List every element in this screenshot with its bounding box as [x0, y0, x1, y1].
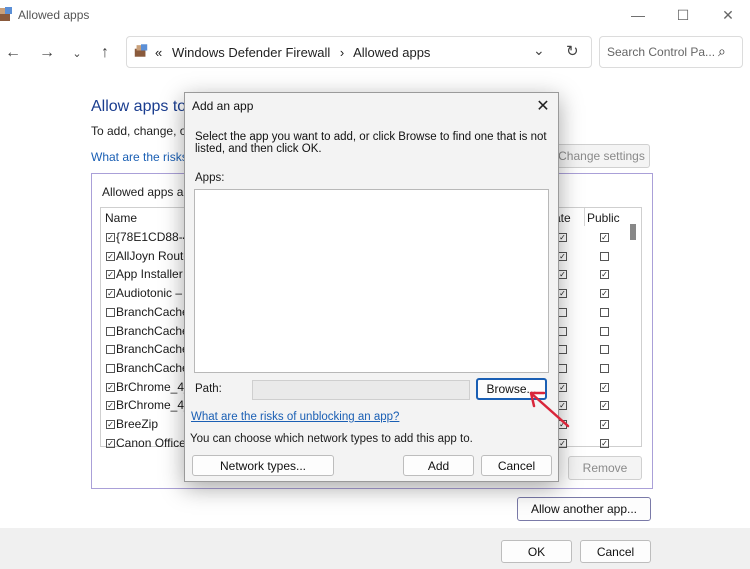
row-enable-checkbox[interactable]: ✓ [106, 401, 115, 410]
refresh-icon[interactable]: ↻ [566, 42, 579, 60]
row-enable-checkbox[interactable]: ✓ [106, 289, 115, 298]
window-title: Allowed apps [18, 8, 90, 22]
row-enable-checkbox[interactable] [106, 345, 115, 354]
row-public-checkbox[interactable]: ✓ [600, 420, 609, 429]
row-enable-checkbox[interactable]: ✓ [106, 252, 115, 261]
column-name[interactable]: Name [105, 211, 137, 225]
recent-locations-icon[interactable]: ⌄ [66, 42, 88, 64]
dialog-title: Add an app [192, 99, 254, 113]
row-private-checkbox[interactable] [558, 308, 567, 317]
dialog-close-icon[interactable]: ✕ [533, 96, 553, 116]
path-field[interactable] [252, 380, 470, 400]
control-panel-icon [134, 44, 148, 57]
maximize-button[interactable]: ☐ [663, 4, 703, 26]
row-public-checkbox[interactable]: ✓ [600, 439, 609, 448]
row-enable-checkbox[interactable]: ✓ [106, 383, 115, 392]
allow-another-app-button[interactable]: Allow another app... [517, 497, 651, 521]
row-public-checkbox[interactable]: ✓ [600, 270, 609, 279]
close-window-button[interactable]: ✕ [708, 4, 748, 26]
forward-arrow-icon[interactable]: → [36, 42, 58, 64]
row-private-checkbox[interactable]: ✓ [558, 233, 567, 242]
row-enable-checkbox[interactable] [106, 327, 115, 336]
row-public-checkbox[interactable]: ✓ [600, 383, 609, 392]
firewall-app-icon [0, 7, 12, 21]
search-input[interactable]: Search Control Pa... [607, 45, 715, 59]
row-private-checkbox[interactable] [558, 345, 567, 354]
change-settings-button[interactable]: Change settings [553, 144, 650, 168]
group-label: Allowed apps ar [102, 185, 188, 199]
row-enable-checkbox[interactable]: ✓ [106, 270, 115, 279]
row-public-checkbox[interactable]: ✓ [600, 233, 609, 242]
page-title: Allow apps to [91, 98, 187, 115]
apps-listbox[interactable] [194, 189, 549, 373]
network-note: You can choose which network types to ad… [190, 433, 473, 445]
row-private-checkbox[interactable]: ✓ [558, 252, 567, 261]
dialog-instruction: Select the app you want to add, or click… [195, 131, 547, 155]
search-icon[interactable]: ⌕ [718, 43, 726, 60]
row-public-checkbox[interactable] [600, 345, 609, 354]
breadcrumb: Windows Defender Firewall › Allowed apps [172, 45, 430, 60]
row-enable-checkbox[interactable] [106, 364, 115, 373]
ok-button[interactable]: OK [501, 540, 572, 563]
page-description: To add, change, or [91, 124, 191, 138]
up-arrow-icon[interactable]: ↑ [94, 42, 116, 64]
breadcrumb-chevron-icon: › [339, 45, 345, 60]
list-scrollbar[interactable] [630, 224, 636, 240]
row-private-checkbox[interactable] [558, 327, 567, 336]
row-enable-checkbox[interactable]: ✓ [106, 439, 115, 448]
row-public-checkbox[interactable] [600, 327, 609, 336]
row-private-checkbox[interactable]: ✓ [558, 270, 567, 279]
unblocking-risks-link[interactable]: What are the risks of unblocking an app? [191, 411, 399, 423]
apps-label: Apps: [195, 172, 225, 184]
add-button[interactable]: Add [403, 455, 474, 476]
row-enable-checkbox[interactable] [106, 308, 115, 317]
cancel-button[interactable]: Cancel [580, 540, 651, 563]
row-enable-checkbox[interactable]: ✓ [106, 233, 115, 242]
back-arrow-icon[interactable]: ← [2, 42, 24, 64]
row-public-checkbox[interactable]: ✓ [600, 401, 609, 410]
annotation-arrow-icon [529, 391, 570, 428]
address-dropdown-icon[interactable]: ⌄ [533, 42, 545, 59]
row-private-checkbox[interactable]: ✓ [558, 439, 567, 448]
row-public-checkbox[interactable]: ✓ [600, 289, 609, 298]
breadcrumb-allowed-apps[interactable]: Allowed apps [353, 45, 430, 60]
remove-button[interactable]: Remove [568, 456, 642, 480]
address-overflow-icon[interactable]: « [155, 45, 162, 60]
row-enable-checkbox[interactable]: ✓ [106, 420, 115, 429]
column-divider [584, 208, 585, 226]
path-label: Path: [195, 383, 222, 395]
minimize-button[interactable]: — [618, 4, 658, 26]
row-public-checkbox[interactable] [600, 364, 609, 373]
breadcrumb-firewall[interactable]: Windows Defender Firewall [172, 45, 330, 60]
row-private-checkbox[interactable] [558, 364, 567, 373]
row-private-checkbox[interactable]: ✓ [558, 289, 567, 298]
row-public-checkbox[interactable] [600, 252, 609, 261]
column-public[interactable]: Public [587, 211, 620, 225]
risks-link[interactable]: What are the risks [91, 150, 188, 164]
row-public-checkbox[interactable] [600, 308, 609, 317]
network-types-button[interactable]: Network types... [192, 455, 334, 476]
dialog-cancel-button[interactable]: Cancel [481, 455, 552, 476]
